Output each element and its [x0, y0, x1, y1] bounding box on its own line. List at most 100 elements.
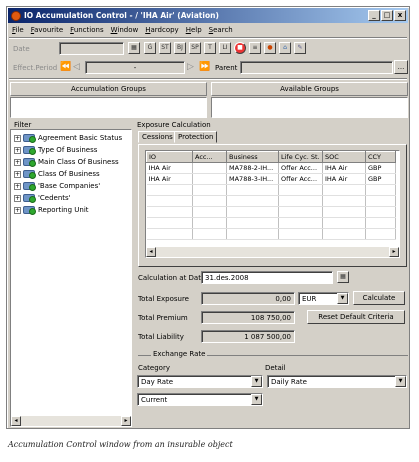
settings-icon[interactable]: ST [159, 42, 171, 54]
previous-icon[interactable]: ◁ [73, 62, 80, 72]
minimize-button[interactable]: _ [368, 10, 380, 21]
menu-help[interactable]: Help [186, 26, 202, 34]
tab-bar: Cessions Protection [138, 131, 258, 145]
rate-period-value: Current [141, 396, 168, 404]
expand-icon[interactable]: + [14, 194, 21, 202]
available-groups-header: Available Groups [211, 82, 408, 96]
filter-item-class-of-business[interactable]: + Class Of Business [14, 170, 100, 179]
scroll-left-icon[interactable]: ◂ [11, 416, 21, 426]
filter-icon[interactable]: ≡ [249, 42, 261, 54]
cessions-grid: IO Acc... Business Life Cyc. St. SOC CCY… [146, 151, 396, 240]
folder-icon [23, 146, 36, 155]
expand-icon[interactable]: + [14, 158, 21, 166]
stop-icon[interactable]: ■ [234, 42, 246, 54]
detail-label: Detail [265, 364, 286, 372]
table-row[interactable]: IHA Air MA788-2-IH... Offer Acc... IHA A… [146, 162, 396, 174]
filter-horizontal-scrollbar[interactable]: ◂ ▸ [11, 416, 131, 426]
calculation-date-field[interactable]: 31.des.2008 [201, 271, 333, 284]
filter-item-type-of-business[interactable]: + Type Of Business [14, 146, 97, 155]
menu-search[interactable]: Search [209, 26, 233, 34]
expand-icon[interactable]: + [14, 182, 21, 190]
tree-icon[interactable]: T [204, 42, 216, 54]
effect-period-field[interactable]: - [85, 61, 185, 74]
table-row[interactable]: IHA Air MA788-3-IH... Offer Acc... IHA A… [146, 173, 396, 185]
expand-icon[interactable]: + [14, 134, 21, 142]
column-life-cycle-status[interactable]: Life Cyc. St. [278, 151, 323, 163]
filter-item-cedents[interactable]: + 'Cedents' [14, 194, 71, 203]
bj-icon[interactable]: BJ [174, 42, 186, 54]
list-icon[interactable]: LI [219, 42, 231, 54]
column-io[interactable]: IO [146, 151, 193, 163]
detail-select[interactable]: Daily Rate ▼ [267, 375, 407, 388]
title-bar: IO Accumulation Control - / 'IHA Air' (A… [8, 8, 408, 23]
table-row [146, 206, 396, 218]
rate-period-select[interactable]: Current ▼ [137, 393, 263, 406]
cell-ccy: GBP [365, 173, 396, 185]
scroll-right-icon[interactable]: ▸ [121, 416, 131, 426]
fast-forward-icon[interactable]: ⏩ [199, 62, 210, 72]
period-dash: - [133, 64, 137, 72]
menu-functions[interactable]: Functions [70, 26, 103, 34]
rewind-icon[interactable]: ⏪ [60, 62, 71, 72]
calculate-button[interactable]: Calculate [353, 291, 405, 305]
category-select[interactable]: Day Rate ▼ [137, 375, 263, 388]
figure-caption: Accumulation Control window from an insu… [8, 440, 233, 449]
menu-hardcopy[interactable]: Hardcopy [145, 26, 178, 34]
accumulation-icon[interactable]: Ġ [144, 42, 156, 54]
filter-item-base-companies[interactable]: + 'Base Companies' [14, 182, 100, 191]
date-field[interactable] [59, 42, 124, 55]
column-business[interactable]: Business [226, 151, 279, 163]
cell-io: IHA Air [146, 162, 193, 174]
tab-cessions[interactable]: Cessions [138, 131, 177, 143]
parent-field[interactable] [240, 61, 393, 74]
column-acc[interactable]: Acc... [192, 151, 227, 163]
total-liability-label: Total Liability [138, 333, 184, 341]
accumulation-groups-list[interactable] [10, 97, 207, 118]
chevron-down-icon[interactable]: ▼ [395, 376, 406, 387]
calendar-icon[interactable]: ▦ [337, 271, 349, 283]
parent-label: Parent [215, 64, 238, 72]
menu-favourite[interactable]: Favourite [31, 26, 63, 34]
cell-soc: IHA Air [322, 162, 366, 174]
total-exposure-value: 0,00 [201, 292, 295, 305]
scroll-left-icon[interactable]: ◂ [146, 247, 156, 257]
rating-icon[interactable]: ● [264, 42, 276, 54]
home-icon[interactable]: ⌂ [279, 42, 291, 54]
column-ccy[interactable]: CCY [365, 151, 396, 163]
calendar-icon[interactable]: ▦ [128, 42, 140, 54]
parent-browse-button[interactable]: ... [394, 60, 408, 74]
toolbar-separator [9, 78, 407, 80]
scroll-right-icon[interactable]: ▸ [389, 247, 399, 257]
column-soc[interactable]: SOC [322, 151, 366, 163]
expand-icon[interactable]: + [14, 146, 21, 154]
table-horizontal-scrollbar[interactable]: ◂ ▸ [146, 247, 399, 257]
folder-icon [23, 206, 36, 215]
table-row [146, 184, 396, 196]
folder-icon [23, 134, 36, 143]
available-groups-list[interactable] [211, 97, 408, 118]
total-exposure-label: Total Exposure [138, 295, 189, 303]
chevron-down-icon[interactable]: ▼ [337, 293, 348, 304]
currency-select[interactable]: EUR ▼ [298, 292, 349, 305]
filter-tree[interactable]: + Agreement Basic Status + Type Of Busines… [10, 129, 132, 427]
menu-window[interactable]: Window [111, 26, 139, 34]
tools-icon[interactable]: ✎ [294, 42, 306, 54]
menu-file[interactable]: File [12, 26, 24, 34]
filter-item-reporting-unit[interactable]: + Reporting Unit [14, 206, 89, 215]
expand-icon[interactable]: + [14, 206, 21, 214]
reset-default-criteria-button[interactable]: Reset Default Criteria [307, 310, 405, 324]
tab-protection[interactable]: Protection [174, 131, 218, 143]
filter-item-main-class-of-business[interactable]: + Main Class Of Business [14, 158, 119, 167]
chevron-down-icon[interactable]: ▼ [251, 376, 262, 387]
cell-business: MA788-2-IH... [226, 162, 279, 174]
sp-icon[interactable]: SP [189, 42, 201, 54]
expand-icon[interactable]: + [14, 170, 21, 178]
filter-item-agreement-basic-status[interactable]: + Agreement Basic Status [14, 134, 122, 143]
close-button[interactable]: x [394, 10, 406, 21]
maximize-button[interactable]: □ [381, 10, 393, 21]
total-premium-label: Total Premium [138, 314, 188, 322]
chevron-down-icon[interactable]: ▼ [251, 394, 262, 405]
cessions-table[interactable]: IO Acc... Business Life Cyc. St. SOC CCY… [145, 150, 400, 258]
filter-item-label: Reporting Unit [38, 206, 89, 214]
next-icon[interactable]: ▷ [187, 62, 194, 72]
